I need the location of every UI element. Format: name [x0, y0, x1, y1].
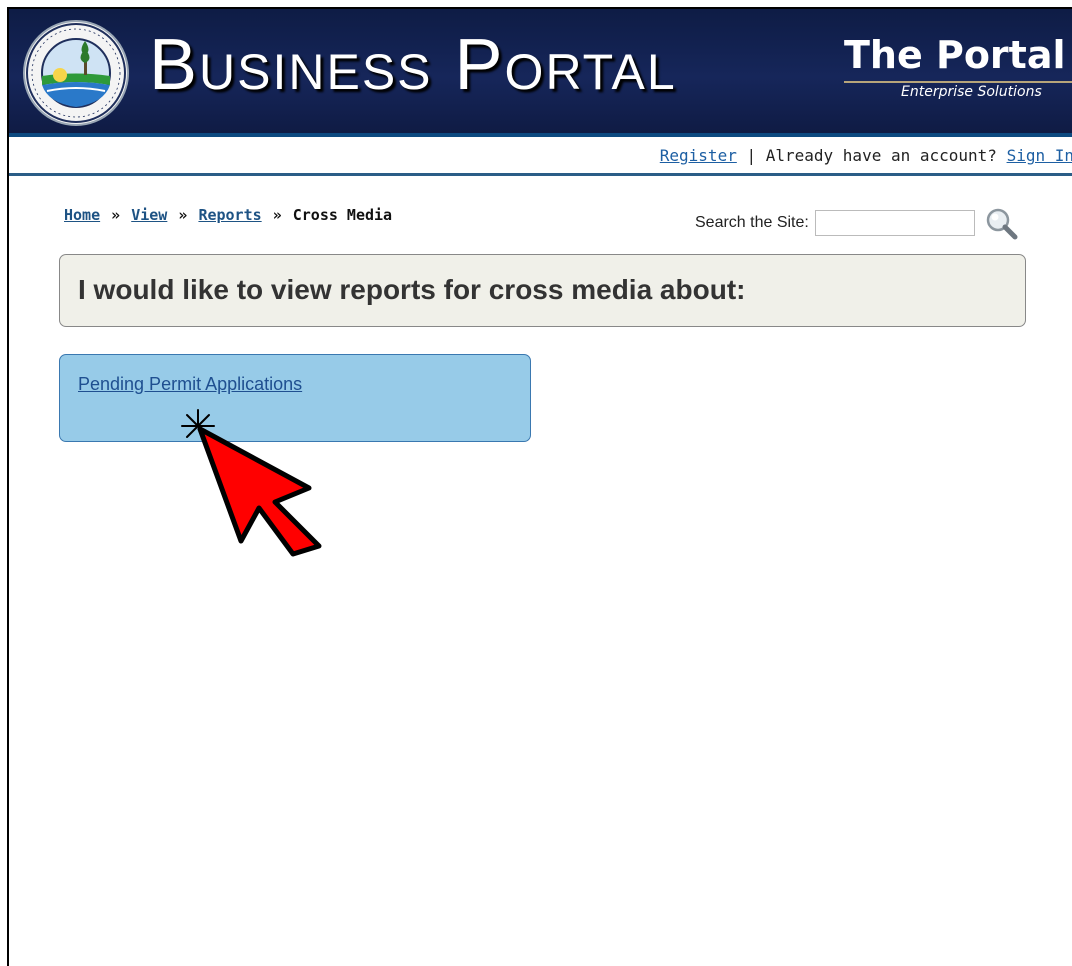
breadcrumb-separator: » — [178, 206, 188, 224]
brand-name: The Portal — [844, 33, 1066, 77]
report-option-card[interactable]: Pending Permit Applications — [59, 354, 531, 442]
agency-seal-logo[interactable] — [22, 19, 130, 127]
breadcrumb-separator: » — [111, 206, 121, 224]
page: Business Portal The Portal Enterprise So… — [7, 7, 1072, 966]
sign-in-link[interactable]: Sign In — [1007, 146, 1072, 165]
pending-permit-applications-link[interactable]: Pending Permit Applications — [78, 374, 302, 395]
report-prompt-panel: I would like to view reports for cross m… — [59, 254, 1026, 327]
breadcrumb-reports[interactable]: Reports — [198, 206, 261, 224]
brand-block: The Portal Enterprise Solutions — [844, 31, 1072, 100]
site-search: Search the Site: — [695, 206, 1018, 240]
breadcrumb-home[interactable]: Home — [64, 206, 100, 224]
search-input[interactable] — [815, 210, 976, 236]
breadcrumb-current: Cross Media — [292, 206, 393, 224]
account-separator: | — [736, 146, 766, 165]
report-prompt-heading: I would like to view reports for cross m… — [78, 274, 746, 305]
brand-tagline: Enterprise Solutions — [844, 81, 1072, 100]
breadcrumb: Home » View » Reports » Cross Media — [64, 206, 392, 224]
account-bar: Register | Already have an account? Sign… — [9, 137, 1072, 176]
site-header: Business Portal The Portal Enterprise So… — [9, 9, 1072, 133]
breadcrumb-separator: » — [272, 206, 282, 224]
breadcrumb-view[interactable]: View — [131, 206, 167, 224]
register-link[interactable]: Register — [660, 146, 737, 165]
magnifier-icon[interactable] — [984, 206, 1018, 240]
account-links: Register | Already have an account? Sign… — [660, 146, 1072, 165]
account-prompt: Already have an account? — [765, 146, 1007, 165]
search-label: Search the Site: — [695, 214, 809, 231]
portal-title: Business Portal — [149, 25, 677, 105]
